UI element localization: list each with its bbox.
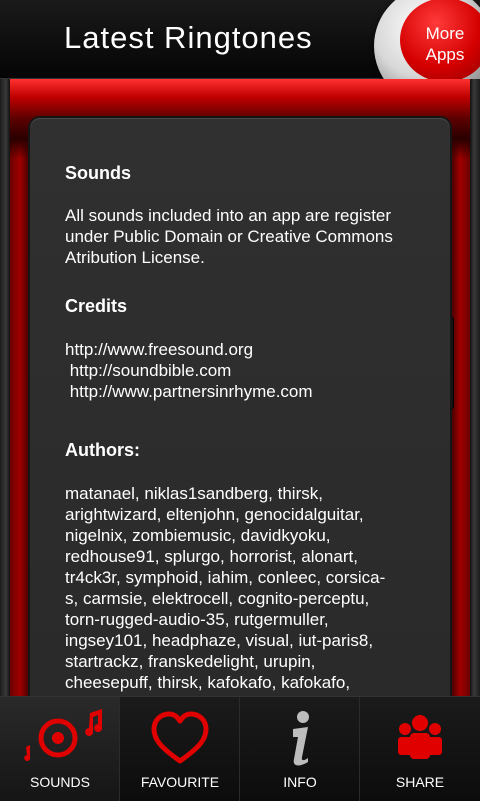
authors-line: cheesepuff, thirsk, kafokafo, kafokafo, [65,673,351,692]
authors-line: torn-rugged-audio-35, rutgermuller, [65,610,329,629]
credit-link[interactable]: http://soundbible.com [65,360,313,381]
more-apps-label-line2: Apps [425,45,465,64]
sounds-description-line: under Public Domain or Creative Commons [65,227,393,246]
authors-line: matanael, niklas1sandberg, thirsk, [65,484,323,503]
sounds-description-line: Atribution License. [65,248,205,267]
more-apps-label-line1: More [425,24,465,43]
more-apps-label: More Apps [400,0,480,82]
nav-favourite[interactable]: FAVOURITE [120,697,240,801]
app-header: Latest Ringtones More Apps [0,0,480,106]
bottom-navigation: SOUNDS FAVOURITE INFO SHARE [0,696,480,801]
sounds-description-line: All sounds included into an app are regi… [65,206,392,225]
authors-heading: Authors: [65,440,140,460]
authors-line: tr4ck3r, symphoid, iahim, conleec, corsi… [65,568,386,587]
authors-line: startrackz, franskedelight, urupin, [65,652,316,671]
nav-label: INFO [283,774,317,790]
credits-links: http://www.freesound.org http://soundbib… [65,339,313,402]
sounds-heading: Sounds [65,163,131,183]
authors-line: ingsey101, headphaze, visual, iut-paris8… [65,631,374,650]
music-disc-icon [24,709,103,761]
credit-link[interactable]: http://www.partnersinrhyme.com [65,381,313,402]
nav-label: FAVOURITE [140,774,220,790]
authors-line: arightwizard, eltenjohn, genocidalguitar… [65,505,364,524]
credit-link[interactable]: http://www.freesound.org [65,339,313,360]
nav-info[interactable]: INFO [240,697,360,801]
info-panel[interactable]: Sounds All sounds included into an app a… [30,118,450,696]
nav-label: SHARE [395,774,445,790]
nav-label: SOUNDS [30,774,90,790]
authors-list: matanael, niklas1sandberg, thirsk, arigh… [65,483,385,693]
page-title: Latest Ringtones [64,20,313,55]
authors-line: nigelnix, zombiemusic, davidkyoku, [65,526,331,545]
info-icon [293,711,309,766]
credits-heading: Credits [65,296,128,316]
nav-share[interactable]: SHARE [360,697,480,801]
authors-line: redhouse91, splurgo, horrorist, alonart, [65,547,358,566]
people-icon [398,715,442,759]
nav-sounds[interactable]: SOUNDS [0,697,120,801]
sounds-description: All sounds included into an app are regi… [65,205,393,268]
authors-line: s, carmsie, elektrocell, cognito-percept… [65,589,370,608]
heart-icon [151,711,209,764]
